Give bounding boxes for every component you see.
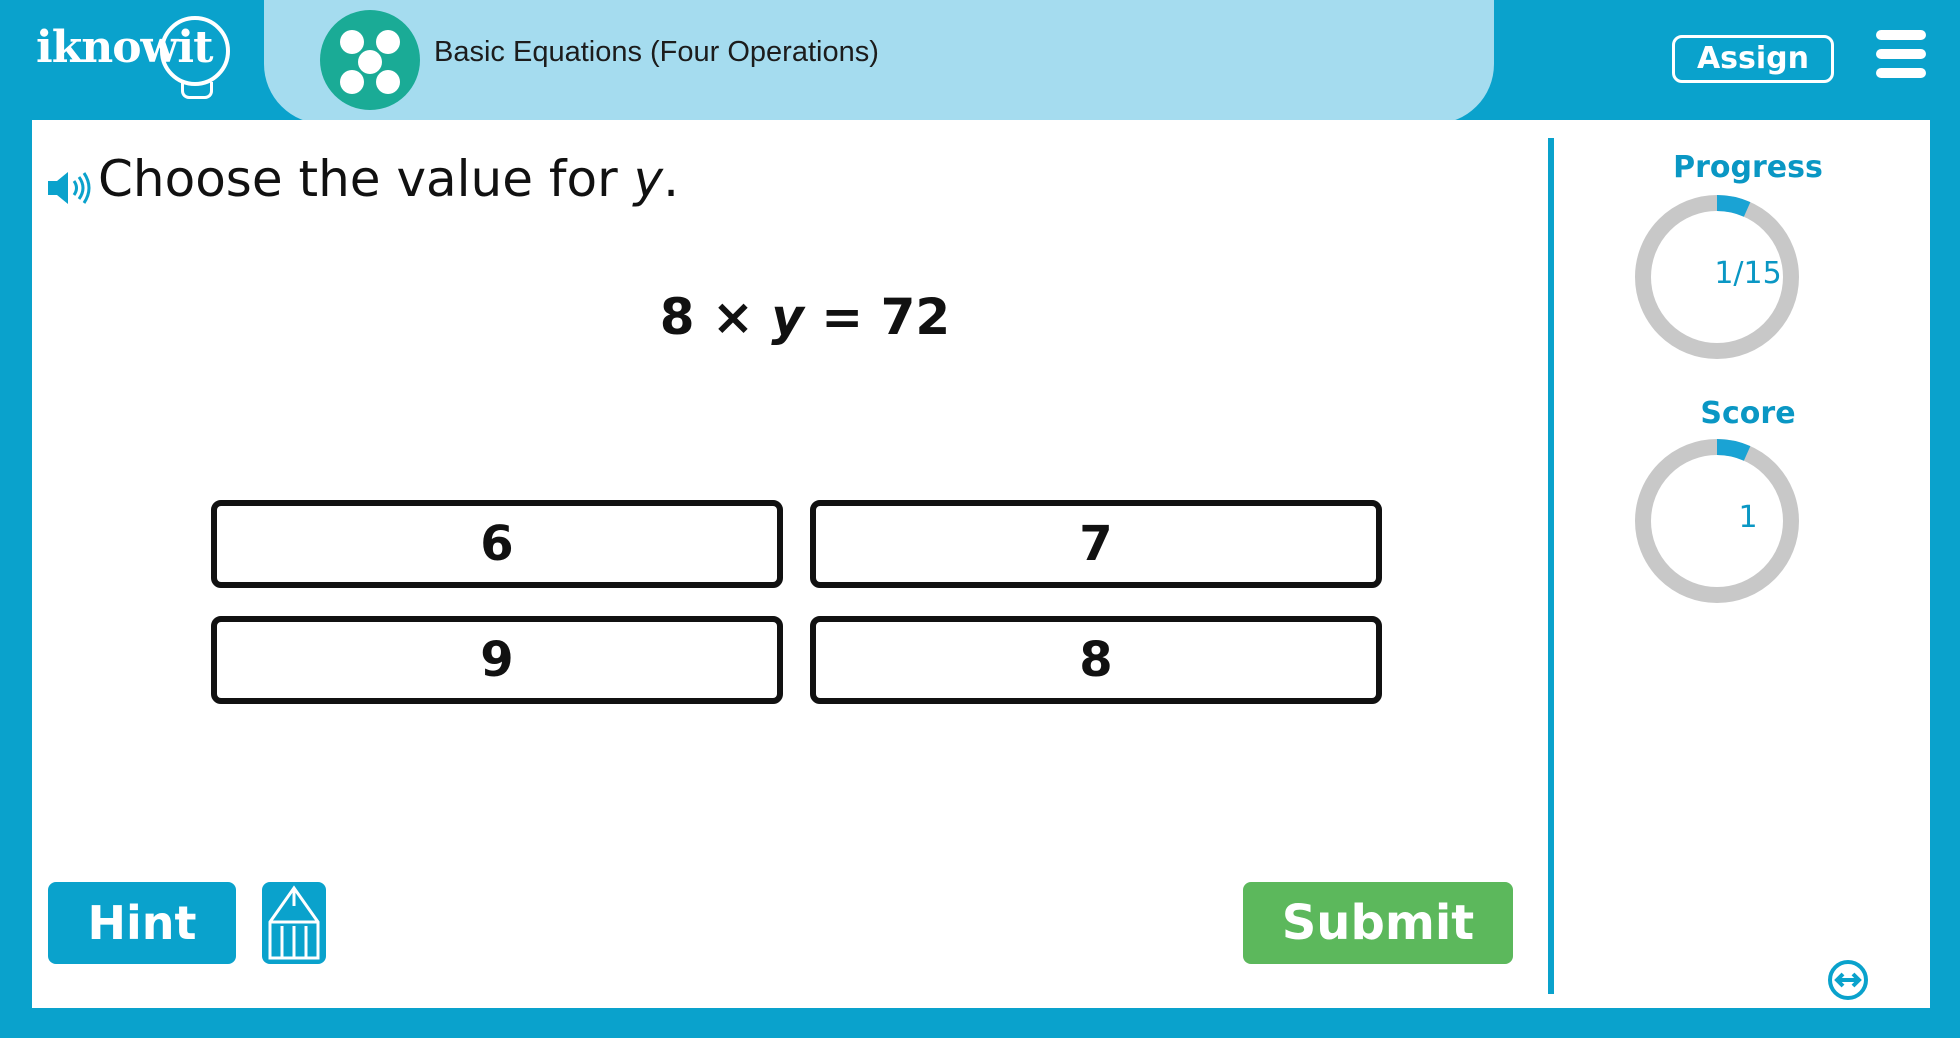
panel-divider <box>1548 138 1554 994</box>
assign-button[interactable]: Assign <box>1672 35 1834 83</box>
equation-variable: y <box>771 288 804 346</box>
prompt-text: Choose the value for <box>98 150 634 208</box>
top-bar: iknowit Basic Equations (Four Operations… <box>0 0 1960 124</box>
equation-right: = 72 <box>803 288 951 346</box>
equation: 8 × y = 72 <box>32 288 1578 346</box>
equation-left: 8 × <box>659 288 772 346</box>
speaker-icon[interactable] <box>46 168 92 208</box>
hamburger-menu-icon[interactable] <box>1876 30 1926 78</box>
answer-option-2[interactable]: 7 <box>810 500 1382 588</box>
pencil-button[interactable] <box>262 882 326 964</box>
pencil-icon <box>268 885 320 960</box>
prompt-end: . <box>663 150 680 208</box>
expand-arrows-icon[interactable] <box>1826 958 1870 1002</box>
submit-button[interactable]: Submit <box>1243 882 1513 964</box>
lesson-title: Basic Equations (Four Operations) <box>434 36 879 68</box>
answer-option-3[interactable]: 9 <box>211 616 783 704</box>
lightbulb-icon <box>160 16 230 86</box>
score-label: Score <box>1700 396 1796 431</box>
prompt-variable: y <box>633 150 664 208</box>
lightbulb-base-icon <box>181 82 213 99</box>
progress-label: Progress <box>1673 150 1823 185</box>
question-prompt: Choose the value for y. <box>98 150 679 208</box>
dots-icon <box>320 10 420 110</box>
question-panel: Choose the value for y. 8 × y = 72 6 7 9… <box>32 120 1930 1008</box>
answer-option-1[interactable]: 6 <box>211 500 783 588</box>
progress-value: 1/15 <box>1714 256 1782 291</box>
score-value: 1 <box>1738 500 1758 535</box>
hint-button[interactable]: Hint <box>48 882 236 964</box>
answer-option-4[interactable]: 8 <box>810 616 1382 704</box>
